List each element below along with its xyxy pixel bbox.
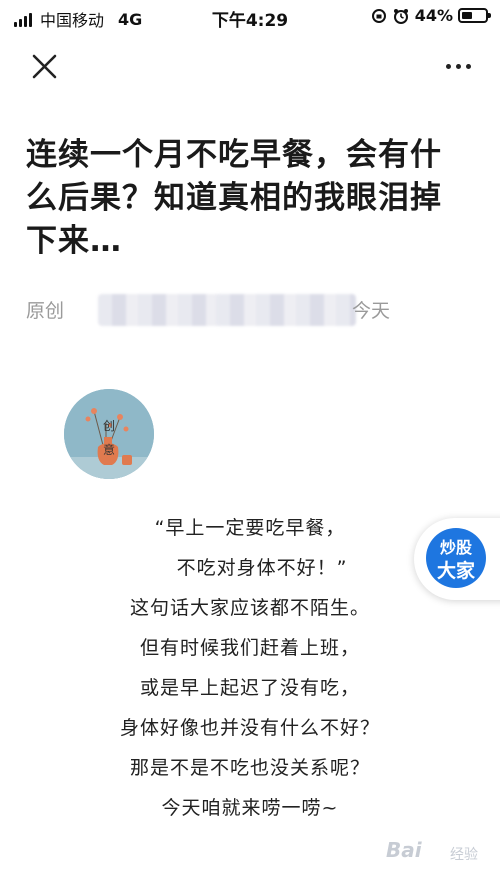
status-right: 44% — [371, 6, 491, 25]
battery-icon — [458, 8, 491, 23]
baidu-watermark: Bai 经验 — [386, 830, 496, 880]
battery-fill — [462, 12, 472, 19]
blurred-account[interactable] — [216, 294, 356, 326]
alarm-icon — [393, 8, 408, 24]
baidu-logo: Bai — [386, 838, 422, 862]
rotation-lock-icon — [371, 8, 386, 23]
body-line: 那是不是不吃也没关系呢？ — [129, 757, 370, 779]
publish-date: 今天 — [352, 300, 391, 322]
close-button[interactable] — [24, 48, 64, 88]
close-icon — [32, 54, 57, 79]
status-bar: 中国移动 4G 下午4:29 44% — [0, 0, 500, 34]
vase-illustration — [64, 389, 154, 479]
blurred-author — [98, 294, 220, 326]
avatar-char-1: 创 — [102, 419, 115, 433]
battery-percent: 44% — [414, 6, 453, 25]
more-icon — [443, 63, 473, 69]
watermark-sub: 经验 — [450, 847, 478, 863]
body-line: 但有时候我们赶着上班， — [139, 637, 360, 659]
body-line: 身体好像也并没有什么不好？ — [119, 717, 380, 739]
badge-line-1: 炒股 — [439, 538, 472, 557]
body-line: 或是早上起迟了没有吃， — [139, 677, 360, 699]
floating-app-badge[interactable]: 炒股 大家 — [414, 518, 500, 600]
badge-line-2: 大家 — [436, 560, 475, 582]
article-title: 连续一个月不吃早餐，会有什么后果？知道真相的我眼泪掉下来… — [26, 137, 442, 259]
body-line: 这句话大家应该都不陌生。 — [129, 597, 370, 619]
body-line: 今天咱就来唠一唠~ — [161, 797, 339, 819]
stock-app-icon: 炒股 大家 — [426, 528, 486, 588]
article-avatar-image: 创 意 — [64, 389, 154, 479]
more-button[interactable] — [438, 50, 478, 82]
avatar-char-2: 意 — [102, 443, 115, 457]
article-meta: 原创 今天 — [26, 294, 486, 326]
original-tag: 原创 — [26, 300, 65, 322]
